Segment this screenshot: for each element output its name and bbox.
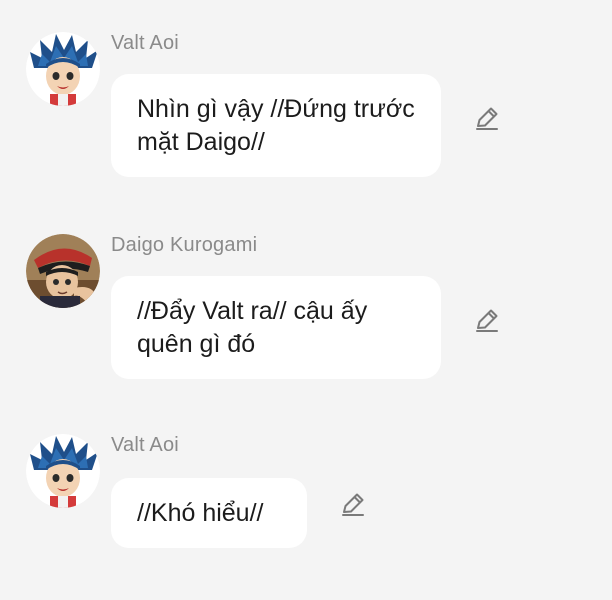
author-name: Valt Aoi bbox=[111, 434, 179, 456]
valt-aoi-avatar[interactable] bbox=[26, 32, 100, 106]
message-text: //Đẩy Valt ra// cậu ấy quên gì đó bbox=[137, 296, 368, 358]
message-text: Nhìn gì vậy //Đứng trước mặt Daigo// bbox=[137, 94, 415, 156]
message-bubble[interactable]: //Khó hiểu// bbox=[111, 478, 307, 548]
message-bubble[interactable]: //Đẩy Valt ra// cậu ấy quên gì đó bbox=[111, 276, 441, 379]
daigo-kurogami-avatar[interactable] bbox=[26, 234, 100, 308]
message-bubble[interactable]: Nhìn gì vậy //Đứng trước mặt Daigo// bbox=[111, 74, 441, 177]
author-name: Valt Aoi bbox=[111, 32, 179, 54]
valt-aoi-avatar[interactable] bbox=[26, 434, 100, 508]
message-text: //Khó hiểu// bbox=[137, 498, 264, 527]
pencil-icon[interactable] bbox=[339, 490, 367, 518]
pencil-icon[interactable] bbox=[473, 306, 501, 334]
pencil-icon[interactable] bbox=[473, 104, 501, 132]
author-name: Daigo Kurogami bbox=[111, 234, 258, 256]
